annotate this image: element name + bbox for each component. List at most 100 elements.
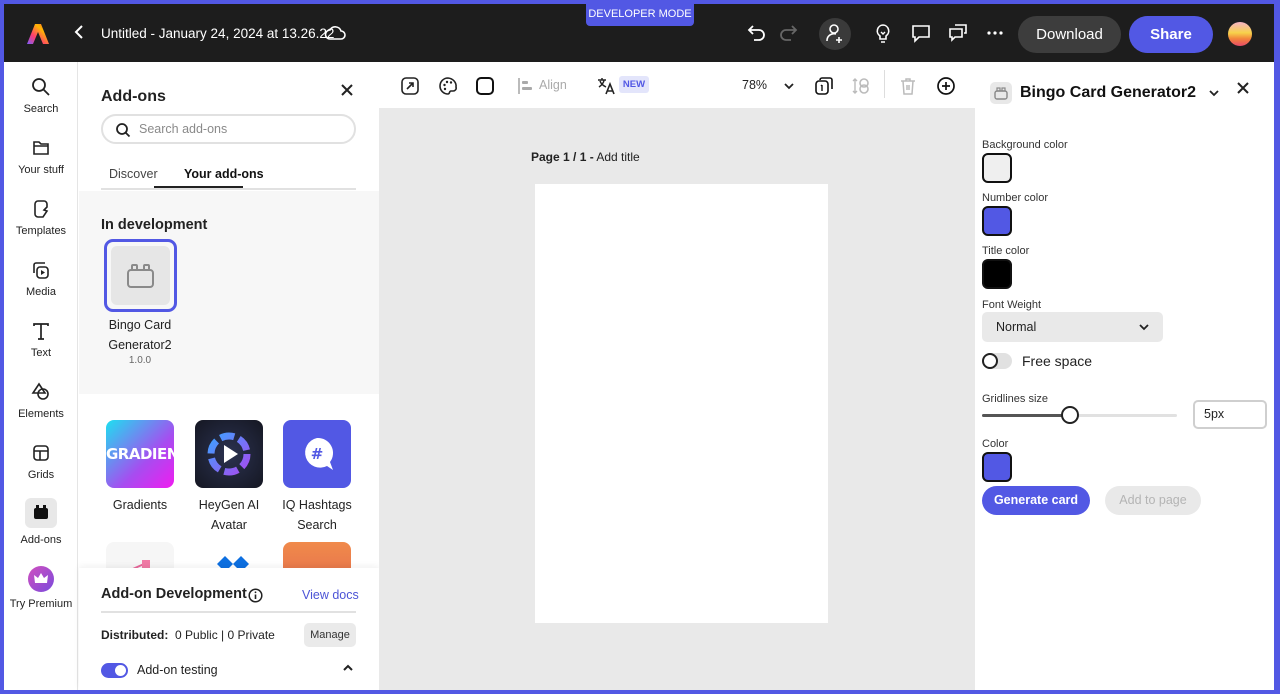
redo-icon[interactable] [777, 22, 799, 44]
top-bar: DEVELOPER MODE Untitled - January 24, 20… [4, 4, 1274, 62]
background-color-swatch[interactable] [982, 153, 1012, 183]
align-icon[interactable] [516, 76, 536, 96]
addon-heygen[interactable]: HeyGen AI Avatar [194, 420, 264, 535]
grid-icon [30, 442, 52, 464]
font-weight-select[interactable]: Normal [982, 312, 1163, 342]
translate-icon[interactable] [596, 76, 616, 96]
addon-iq-hashtags[interactable]: # IQ Hashtags Search [282, 420, 352, 535]
search-placeholder: Search add-ons [139, 122, 228, 136]
svg-text:#: # [311, 445, 324, 463]
invite-user-button[interactable] [819, 18, 851, 50]
rail-item-try-premium[interactable]: Try Premium [4, 566, 78, 610]
lightbulb-icon[interactable] [872, 22, 894, 44]
cloud-sync-icon[interactable] [324, 23, 346, 43]
rail-item-search[interactable]: Search [4, 76, 78, 115]
pages-icon[interactable] [814, 76, 834, 96]
free-space-label: Free space [1022, 353, 1093, 369]
tab-your-add-ons[interactable]: Your add-ons [184, 167, 264, 181]
rail-item-your-stuff[interactable]: Your stuff [4, 137, 78, 176]
developer-mode-badge: DEVELOPER MODE [586, 4, 694, 26]
chevron-down-icon[interactable] [1207, 86, 1221, 100]
title-color-label: Title color [982, 245, 1030, 257]
reorder-layers-icon[interactable] [851, 76, 871, 96]
addon-name: Gradients [112, 498, 168, 512]
adobe-express-logo[interactable] [26, 22, 50, 46]
slider-thumb[interactable] [1060, 406, 1079, 424]
align-label: Align [539, 78, 567, 92]
user-avatar[interactable] [1228, 22, 1252, 46]
rail-item-text[interactable]: Text [4, 320, 78, 359]
gridlines-slider[interactable] [982, 406, 1177, 424]
rail-item-templates[interactable]: Templates [4, 198, 78, 237]
slider-fill [982, 414, 1070, 417]
tab-discover[interactable]: Discover [109, 167, 158, 181]
title-color-swatch[interactable] [982, 259, 1012, 289]
rail-item-label: Elements [18, 408, 64, 420]
left-rail: Search Your stuff Templates Media Text E… [4, 62, 78, 690]
add-to-page-button[interactable]: Add to page [1105, 486, 1201, 515]
rail-item-label: Try Premium [9, 598, 73, 610]
resize-icon[interactable] [400, 76, 420, 96]
rail-item-label: Your stuff [18, 164, 64, 176]
addon-development-sheet: Add-on Development View docs Distributed… [79, 568, 379, 690]
active-tab-indicator [154, 186, 243, 188]
chevron-down-icon [1137, 320, 1151, 334]
bingo-addon-panel: Bingo Card Generator2 Background color N… [975, 62, 1267, 690]
rail-item-label: Text [30, 347, 52, 359]
addon-placeholder-icon [990, 82, 1012, 104]
document-title[interactable]: Untitled - January 24, 2024 at 13.26.22 [101, 26, 334, 41]
close-addon-icon[interactable] [1235, 80, 1251, 96]
color-palette-icon[interactable] [438, 76, 458, 96]
number-color-label: Number color [982, 192, 1049, 204]
share-button[interactable]: Share [1129, 16, 1213, 53]
addons-panel: Add-ons Search add-ons Discover Your add… [79, 62, 379, 690]
page-title-input[interactable]: Add title [596, 150, 639, 164]
hashtag-bubble-icon: # [283, 420, 351, 488]
dev-addon-name: Bingo Card Generator2 [108, 318, 172, 352]
rail-item-label: Search [23, 103, 59, 115]
addon-testing-label: Add-on testing [137, 663, 218, 677]
zoom-level[interactable]: 78% [742, 78, 767, 92]
more-options-icon[interactable] [984, 22, 1006, 44]
comments-panel-icon[interactable] [947, 22, 969, 44]
folder-icon [30, 137, 52, 159]
number-color-swatch[interactable] [982, 206, 1012, 236]
gridlines-size-input[interactable]: 5px [1193, 400, 1267, 429]
templates-icon [30, 198, 52, 220]
manage-button[interactable]: Manage [304, 623, 356, 647]
font-weight-value: Normal [996, 320, 1037, 334]
generate-card-button[interactable]: Generate card [982, 486, 1090, 515]
dev-addon-card[interactable] [104, 239, 177, 312]
addon-name: HeyGen AI Avatar [198, 498, 260, 532]
canvas-page[interactable] [535, 184, 828, 623]
undo-icon[interactable] [746, 22, 768, 44]
chevron-up-icon[interactable] [341, 661, 355, 675]
rail-item-label: Grids [27, 469, 55, 481]
search-addons-input[interactable]: Search add-ons [101, 114, 356, 144]
info-icon[interactable] [248, 588, 263, 603]
rail-item-add-ons[interactable]: Add-ons [4, 498, 78, 546]
rail-item-elements[interactable]: Elements [4, 381, 78, 420]
back-chevron-icon[interactable] [72, 22, 86, 42]
page-label: Page 1 / 1 - Add title [531, 150, 640, 164]
grid-color-swatch[interactable] [982, 452, 1012, 482]
comment-icon[interactable] [910, 22, 932, 44]
close-panel-icon[interactable] [339, 82, 355, 98]
addon-testing-toggle[interactable] [101, 663, 128, 678]
download-button[interactable]: Download [1018, 16, 1121, 53]
rail-item-grids[interactable]: Grids [4, 442, 78, 481]
addon-gradients[interactable]: GRADIENTS Gradients [105, 420, 175, 515]
addons-icon [25, 498, 57, 528]
view-docs-link[interactable]: View docs [302, 588, 359, 602]
delete-icon[interactable] [898, 76, 918, 96]
zoom-chevron-down-icon[interactable] [779, 76, 799, 96]
addon-name: IQ Hashtags Search [282, 498, 352, 532]
background-color-label: Background color [982, 139, 1068, 151]
divider [101, 611, 356, 613]
rail-item-media[interactable]: Media [4, 259, 78, 298]
font-weight-label: Font Weight [982, 299, 1042, 311]
app-window: DEVELOPER MODE Untitled - January 24, 20… [4, 4, 1274, 690]
shape-outline-icon[interactable] [475, 76, 495, 96]
free-space-toggle[interactable] [982, 353, 1012, 369]
add-page-icon[interactable] [936, 76, 956, 96]
